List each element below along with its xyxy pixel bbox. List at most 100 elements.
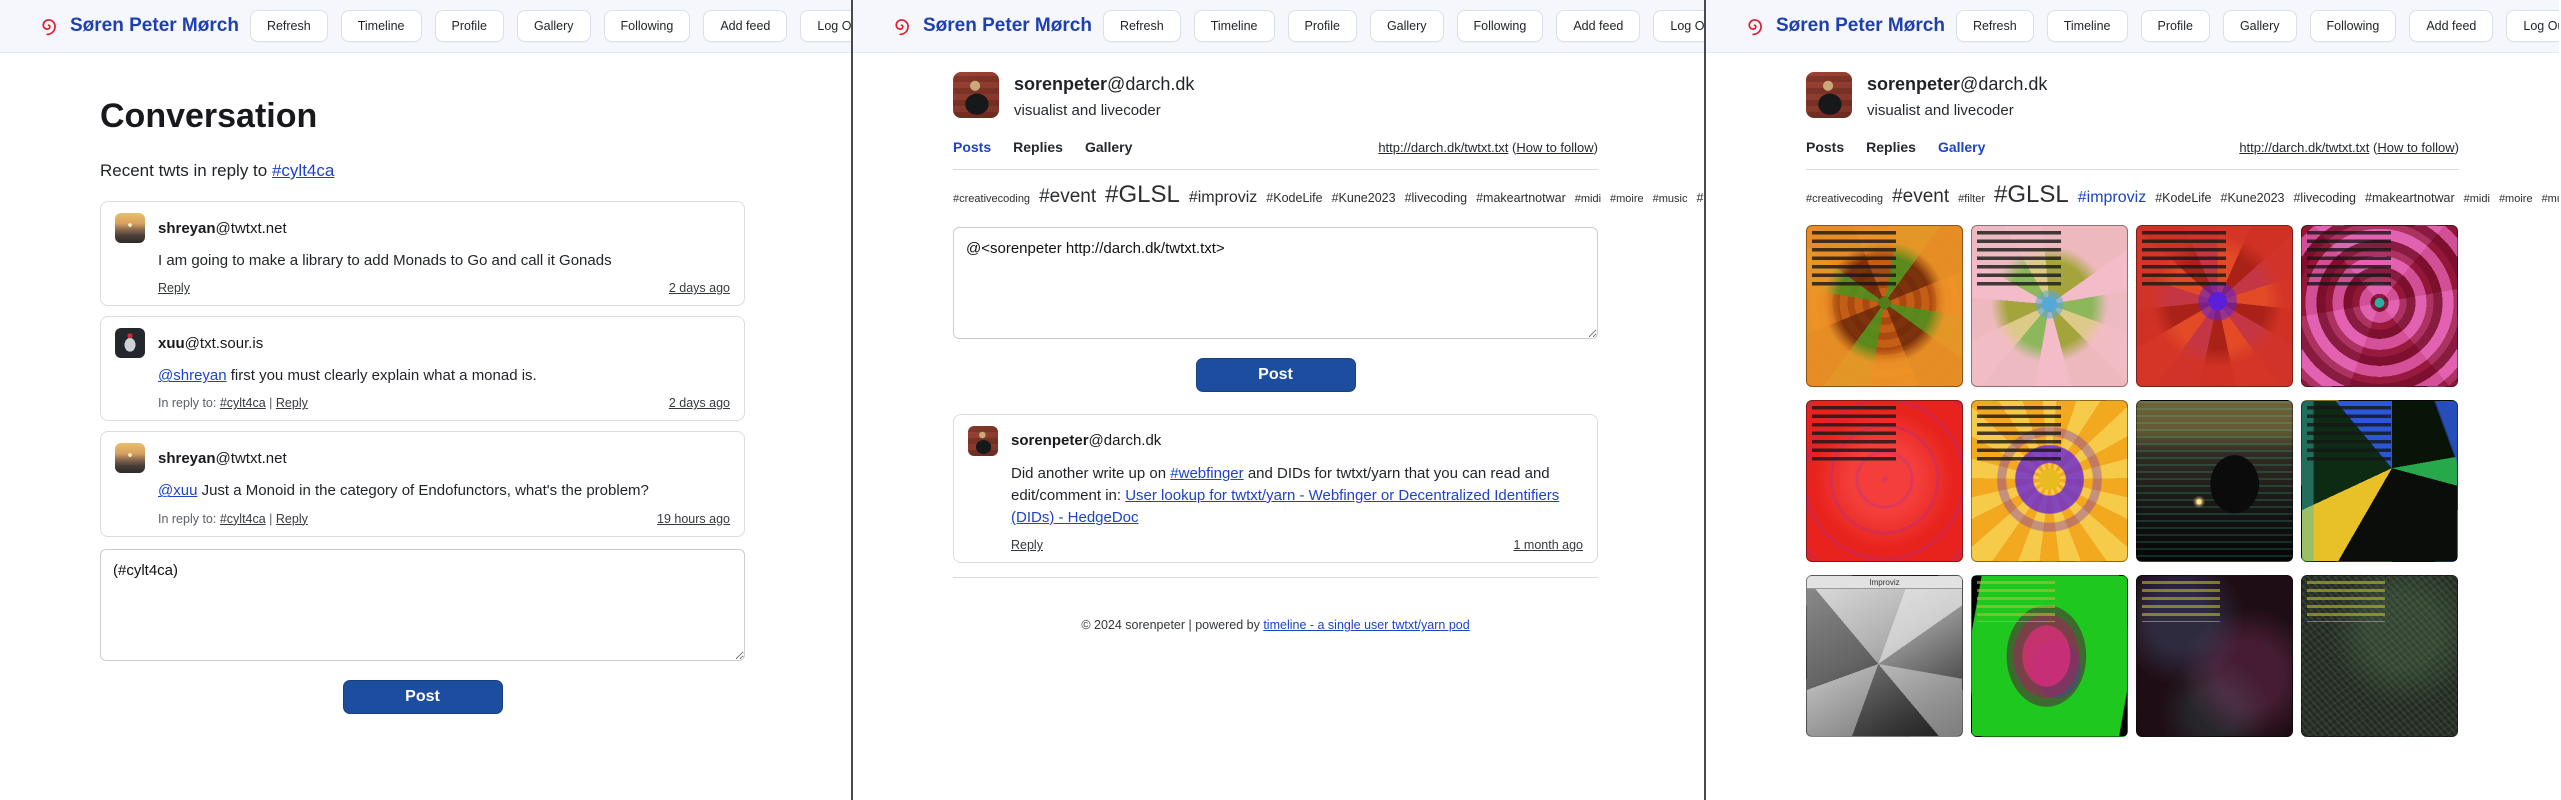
- post-textarea[interactable]: @<sorenpeter http://darch.dk/twtxt.txt>: [953, 227, 1598, 339]
- mention-link[interactable]: @xuu: [158, 482, 197, 499]
- nav-button-add-feed[interactable]: Add feed: [1556, 10, 1640, 42]
- site-footer: © 2024 sorenpeter | powered by timeline …: [953, 618, 1598, 632]
- hashtag-link[interactable]: #music: [1653, 193, 1688, 205]
- nav-button-timeline[interactable]: Timeline: [1194, 10, 1275, 42]
- thumbnail-magenta-rings[interactable]: [2301, 225, 2458, 387]
- nav-button-profile[interactable]: Profile: [2141, 10, 2210, 42]
- tab-gallery[interactable]: Gallery: [1085, 139, 1132, 155]
- hashtag-link[interactable]: #improviz: [2078, 189, 2146, 206]
- hashtag-link[interactable]: #GLSL: [1994, 181, 2069, 208]
- thumbnail-livecoding-performance-photo[interactable]: [2136, 400, 2293, 562]
- nav-button-profile[interactable]: Profile: [435, 10, 504, 42]
- reply-link[interactable]: Reply: [1011, 538, 1043, 552]
- header-nav: Refresh Timeline Profile Gallery Following Ad…: [250, 10, 853, 42]
- thumbnail-dark-green-3d-shapes[interactable]: [2301, 400, 2458, 562]
- hashtag-link[interactable]: #creativecoding: [1806, 193, 1883, 205]
- profile-nick: sorenpeter: [1014, 74, 1107, 94]
- hashtag-link[interactable]: #music: [2542, 193, 2559, 205]
- hashtag-link[interactable]: #Kune2023: [1332, 191, 1396, 205]
- timestamp-link[interactable]: 2 days ago: [669, 281, 730, 295]
- tab-replies[interactable]: Replies: [1866, 139, 1916, 155]
- nav-button-refresh[interactable]: Refresh: [1103, 10, 1181, 42]
- hashtag-link[interactable]: #creativecoding: [953, 193, 1030, 205]
- spiral-logo-icon: [38, 16, 59, 37]
- brand-link[interactable]: Søren Peter Mørch: [1776, 15, 1945, 37]
- post-button[interactable]: Post: [343, 680, 503, 714]
- thumbnail-red-purple-kaleidoscope[interactable]: [2136, 225, 2293, 387]
- reply-link[interactable]: Reply: [276, 396, 308, 410]
- separator: |: [266, 512, 276, 526]
- nav-button-following[interactable]: Following: [604, 10, 691, 42]
- tab-posts[interactable]: Posts: [1806, 139, 1844, 155]
- how-to-follow-link[interactable]: How to follow: [1516, 140, 1593, 155]
- tab-gallery[interactable]: Gallery: [1938, 139, 1985, 155]
- hashtag-link[interactable]: #KodeLife: [1266, 191, 1322, 205]
- hashtag-link[interactable]: #makeartnotwar: [1476, 191, 1566, 205]
- nav-button-timeline[interactable]: Timeline: [341, 10, 422, 42]
- reply-textarea[interactable]: (#cylt4ca): [100, 549, 745, 661]
- tab-replies[interactable]: Replies: [1013, 139, 1063, 155]
- hashtag-link[interactable]: #paintOver: [1697, 191, 1707, 205]
- timestamp-link[interactable]: 2 days ago: [669, 396, 730, 410]
- hashtag-link[interactable]: #midi: [2464, 193, 2490, 205]
- hashtag-link[interactable]: #improviz: [1189, 189, 1257, 206]
- nav-button-add-feed[interactable]: Add feed: [2409, 10, 2493, 42]
- hashtag-link[interactable]: #event: [1039, 186, 1096, 207]
- conversation-hash-link[interactable]: #cylt4ca: [272, 161, 334, 180]
- nav-button-log-out[interactable]: Log Out: [1653, 10, 1706, 42]
- hashtag-link[interactable]: #moire: [1610, 193, 1644, 205]
- thumbnail-orange-kaleidoscope[interactable]: [1806, 225, 1963, 387]
- nav-button-gallery[interactable]: Gallery: [1370, 10, 1444, 42]
- thumbnail-grayscale-improviz-window[interactable]: Improviz: [1806, 575, 1963, 737]
- nav-button-log-out[interactable]: Log Out: [800, 10, 853, 42]
- hashtag-link[interactable]: #livecoding: [1405, 191, 1468, 205]
- hashtag-link[interactable]: #filter: [1958, 193, 1985, 205]
- hashtag-link[interactable]: #GLSL: [1105, 181, 1180, 208]
- hashtag-link[interactable]: #livecoding: [2293, 191, 2356, 205]
- hashtag-link[interactable]: #event: [1892, 186, 1949, 207]
- timestamp-link[interactable]: 1 month ago: [1514, 538, 1584, 552]
- spiral-logo-icon: [1744, 16, 1765, 37]
- thumbnail-red-rings[interactable]: [1806, 400, 1963, 562]
- brand-link[interactable]: Søren Peter Mørch: [70, 15, 239, 37]
- feed-url-link[interactable]: http://darch.dk/twtxt.txt: [2239, 140, 2369, 155]
- in-reply-to-link[interactable]: #cylt4ca: [220, 396, 266, 410]
- nav-button-log-out[interactable]: Log Out: [2506, 10, 2559, 42]
- reply-composer: (#cylt4ca) Post: [100, 549, 745, 714]
- how-to-follow-link[interactable]: How to follow: [2377, 140, 2454, 155]
- nav-button-add-feed[interactable]: Add feed: [703, 10, 787, 42]
- hashtag-link[interactable]: #KodeLife: [2155, 191, 2211, 205]
- hashtag-link[interactable]: #Kune2023: [2221, 191, 2285, 205]
- panel-conversation: Søren Peter Mørch Refresh Timeline Profile…: [0, 0, 853, 800]
- nav-button-profile[interactable]: Profile: [1288, 10, 1357, 42]
- footer-link[interactable]: timeline - a single user twtxt/yarn pod: [1263, 618, 1469, 632]
- thumbnail-dark-maroon-wisps[interactable]: [2136, 575, 2293, 737]
- feed-url-link[interactable]: http://darch.dk/twtxt.txt: [1378, 140, 1508, 155]
- thumbnail-pink-olive-kaleidoscope[interactable]: [1971, 225, 2128, 387]
- post-button[interactable]: Post: [1196, 358, 1356, 392]
- nav-button-following[interactable]: Following: [1457, 10, 1544, 42]
- nav-button-following[interactable]: Following: [2310, 10, 2397, 42]
- nav-button-refresh[interactable]: Refresh: [1956, 10, 2034, 42]
- twt-body: I am going to make a library to add Mona…: [158, 250, 730, 272]
- nav-button-gallery[interactable]: Gallery: [2223, 10, 2297, 42]
- profile-bio: visualist and livecoder: [1014, 102, 1194, 119]
- timestamp-link[interactable]: 19 hours ago: [657, 512, 730, 526]
- reply-link[interactable]: Reply: [276, 512, 308, 526]
- hashtag-link[interactable]: #moire: [2499, 193, 2533, 205]
- hashtag-link[interactable]: #makeartnotwar: [2365, 191, 2455, 205]
- profile-header: sorenpeter@darch.dk visualist and liveco…: [953, 72, 1598, 119]
- tab-posts[interactable]: Posts: [953, 139, 991, 155]
- mention-link[interactable]: @shreyan: [158, 367, 227, 384]
- thumbnail-dark-noise-texture[interactable]: [2301, 575, 2458, 737]
- nav-button-timeline[interactable]: Timeline: [2047, 10, 2128, 42]
- hashtag-link[interactable]: #midi: [1575, 193, 1601, 205]
- nav-button-refresh[interactable]: Refresh: [250, 10, 328, 42]
- reply-link[interactable]: Reply: [158, 281, 190, 295]
- thumbnail-orange-purple-kaleidoscope[interactable]: [1971, 400, 2128, 562]
- in-reply-to-link[interactable]: #cylt4ca: [220, 512, 266, 526]
- brand-link[interactable]: Søren Peter Mørch: [923, 15, 1092, 37]
- nav-button-gallery[interactable]: Gallery: [517, 10, 591, 42]
- thumbnail-green-wireframe-blob[interactable]: [1971, 575, 2128, 737]
- hashtag-inline-link[interactable]: #webfinger: [1170, 465, 1243, 482]
